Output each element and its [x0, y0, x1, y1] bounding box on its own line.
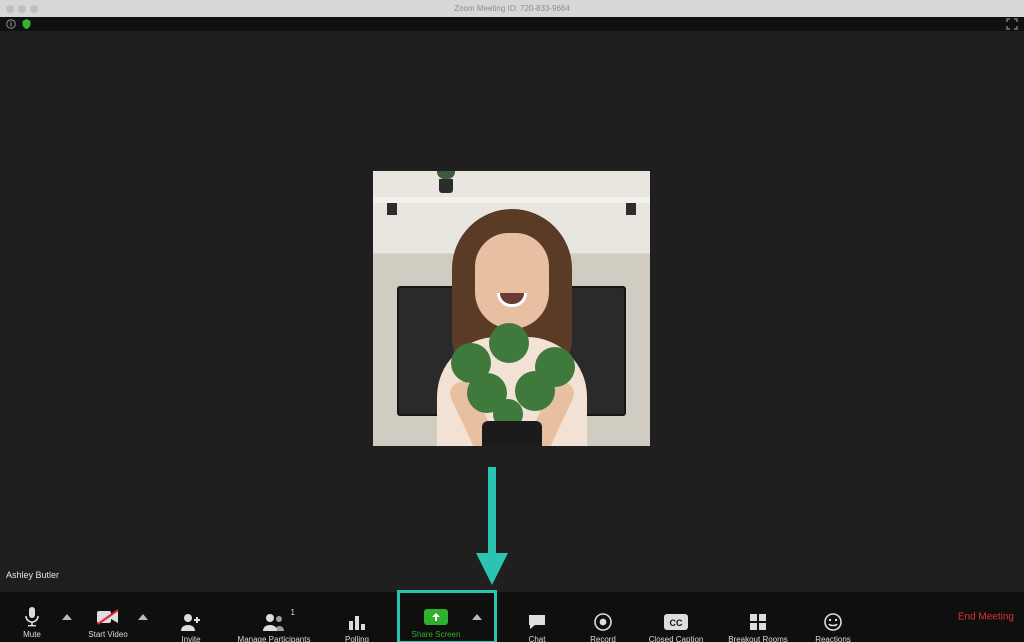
- fullscreen-icon[interactable]: [1006, 18, 1018, 30]
- record-icon: [594, 612, 612, 632]
- share-screen-highlight: Share Screen: [397, 590, 497, 642]
- video-area: Ashley Butler: [0, 31, 1024, 592]
- breakout-rooms-label: Breakout Rooms: [728, 635, 788, 642]
- share-screen-button[interactable]: Share Screen: [410, 595, 462, 639]
- closed-caption-label: Closed Caption: [649, 635, 704, 642]
- annotation-arrow: [472, 467, 512, 587]
- end-meeting-button[interactable]: End Meeting: [958, 612, 1014, 623]
- microphone-icon: [24, 607, 40, 627]
- zoom-window-icon[interactable]: [30, 5, 38, 13]
- participants-icon: 1: [262, 612, 286, 632]
- reactions-label: Reactions: [815, 635, 851, 642]
- mute-button[interactable]: Mute: [6, 595, 58, 639]
- invite-label: Invite: [181, 635, 200, 642]
- closed-caption-button[interactable]: CC Closed Caption: [643, 600, 709, 642]
- close-window-icon[interactable]: [6, 5, 14, 13]
- chat-label: Chat: [529, 635, 546, 642]
- manage-participants-button[interactable]: 1 Manage Participants: [231, 600, 317, 642]
- polling-label: Polling: [345, 635, 369, 642]
- participant-name-tag: Ashley Butler: [0, 568, 65, 582]
- participants-count-badge: 1: [291, 608, 295, 617]
- chat-button[interactable]: Chat: [511, 600, 563, 642]
- breakout-rooms-icon: [749, 612, 767, 632]
- audio-options-caret[interactable]: [60, 595, 74, 639]
- polling-icon: [348, 612, 366, 632]
- polling-button[interactable]: Polling: [331, 600, 383, 642]
- meeting-controlbar: Mute Start Video Invite 1 Manage: [0, 592, 1024, 642]
- share-options-caret[interactable]: [470, 595, 484, 639]
- record-button[interactable]: Record: [577, 600, 629, 642]
- minimize-window-icon[interactable]: [18, 5, 26, 13]
- invite-button[interactable]: Invite: [165, 600, 217, 642]
- manage-participants-label: Manage Participants: [238, 635, 311, 642]
- active-speaker-video[interactable]: [373, 171, 650, 446]
- meeting-topbar: [0, 17, 1024, 31]
- share-screen-label: Share Screen: [412, 630, 461, 639]
- chat-icon: [527, 612, 547, 632]
- reactions-button[interactable]: Reactions: [807, 600, 859, 642]
- video-off-icon: [97, 607, 119, 627]
- video-illustration: [373, 171, 650, 446]
- svg-text:CC: CC: [670, 618, 683, 628]
- closed-caption-icon: CC: [664, 612, 688, 632]
- record-label: Record: [590, 635, 616, 642]
- breakout-rooms-button[interactable]: Breakout Rooms: [723, 600, 793, 642]
- start-video-label: Start Video: [88, 630, 127, 639]
- window-traffic-lights[interactable]: [6, 5, 38, 13]
- window-titlebar: Zoom Meeting ID: 720-833-9664: [0, 0, 1024, 17]
- invite-icon: [180, 612, 202, 632]
- window-title: Zoom Meeting ID: 720-833-9664: [454, 4, 570, 13]
- reactions-icon: [824, 612, 842, 632]
- encryption-icon: [22, 19, 31, 29]
- mute-label: Mute: [23, 630, 41, 639]
- share-screen-icon: [424, 607, 448, 627]
- start-video-button[interactable]: Start Video: [82, 595, 134, 639]
- info-icon[interactable]: [6, 19, 16, 29]
- video-options-caret[interactable]: [136, 595, 150, 639]
